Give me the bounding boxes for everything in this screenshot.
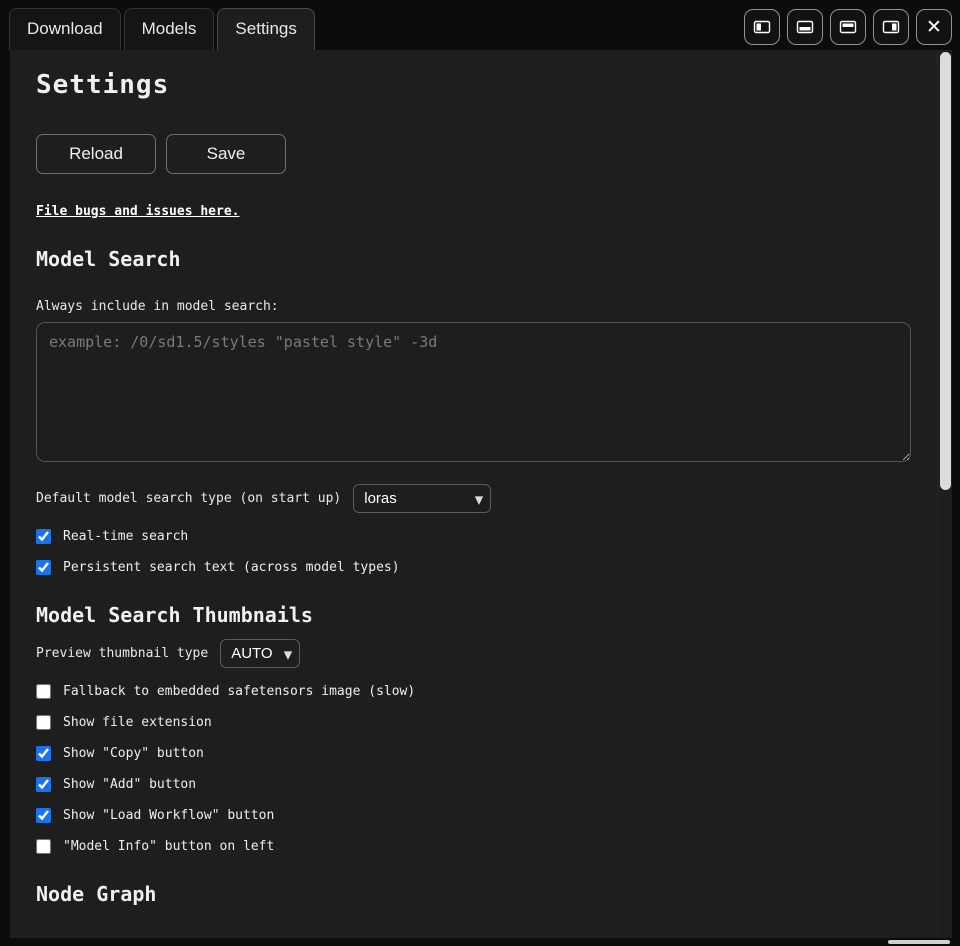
checkbox-label: "Model Info" button on left <box>63 839 274 854</box>
checkbox-label: Persistent search text (across model typ… <box>63 560 400 575</box>
checkbox-row-persistent-search-text[interactable]: Persistent search text (across model typ… <box>36 560 911 575</box>
preview-thumbnail-type-label: Preview thumbnail type <box>36 646 208 661</box>
tab-list: Download Models Settings <box>9 8 315 50</box>
always-include-textarea[interactable] <box>36 322 911 462</box>
show-add-button-checkbox[interactable] <box>36 777 51 792</box>
checkbox-row-fallback-safetensors[interactable]: Fallback to embedded safetensors image (… <box>36 684 911 699</box>
preview-thumbnail-type-select-wrap: AUTO ▼ <box>220 639 300 668</box>
checkbox-row-show-file-extension[interactable]: Show file extension <box>36 715 911 730</box>
dock-bottom-icon <box>795 17 815 37</box>
vertical-scrollbar-thumb[interactable] <box>940 52 951 490</box>
file-bugs-link[interactable]: File bugs and issues here. <box>36 204 240 219</box>
tab-models[interactable]: Models <box>124 8 215 50</box>
vertical-scrollbar[interactable] <box>937 50 952 938</box>
default-search-type-label: Default model search type (on start up) <box>36 491 341 506</box>
checkbox-row-realtime-search[interactable]: Real-time search <box>36 529 911 544</box>
tab-settings[interactable]: Settings <box>217 8 314 50</box>
model-search-checkboxes: Real-time search Persistent search text … <box>36 529 911 575</box>
dock-right-button[interactable] <box>873 9 909 45</box>
show-copy-button-checkbox[interactable] <box>36 746 51 761</box>
settings-content: Settings Reload Save File bugs and issue… <box>10 50 937 938</box>
checkbox-label: Show "Copy" button <box>63 746 204 761</box>
settings-panel: Settings Reload Save File bugs and issue… <box>10 50 952 938</box>
checkbox-row-show-add-button[interactable]: Show "Add" button <box>36 777 911 792</box>
fallback-safetensors-checkbox[interactable] <box>36 684 51 699</box>
default-search-type-select-wrap: loras ▼ <box>353 484 491 513</box>
tab-bar: Download Models Settings <box>0 0 960 50</box>
close-icon: ✕ <box>926 18 942 37</box>
model-info-button-left-checkbox[interactable] <box>36 839 51 854</box>
horizontal-scrollbar-thumb[interactable] <box>888 940 950 944</box>
close-button[interactable]: ✕ <box>916 9 952 45</box>
dock-left-icon <box>752 17 772 37</box>
reload-button[interactable]: Reload <box>36 134 156 174</box>
checkbox-label: Show file extension <box>63 715 212 730</box>
show-file-extension-checkbox[interactable] <box>36 715 51 730</box>
preview-thumbnail-type-row: Preview thumbnail type AUTO ▼ <box>36 639 911 668</box>
checkbox-row-show-copy-button[interactable]: Show "Copy" button <box>36 746 911 761</box>
page-title: Settings <box>36 70 911 101</box>
default-search-type-select[interactable]: loras <box>353 484 491 513</box>
always-include-label: Always include in model search: <box>36 299 911 314</box>
section-heading-node-graph: Node Graph <box>36 882 911 906</box>
persistent-search-text-checkbox[interactable] <box>36 560 51 575</box>
checkbox-label: Real-time search <box>63 529 188 544</box>
section-heading-thumbnails: Model Search Thumbnails <box>36 603 911 627</box>
default-search-type-row: Default model search type (on start up) … <box>36 484 911 513</box>
section-heading-model-search: Model Search <box>36 247 911 271</box>
checkbox-label: Fallback to embedded safetensors image (… <box>63 684 415 699</box>
dock-right-icon <box>881 17 901 37</box>
dock-top-icon <box>838 17 858 37</box>
dock-left-button[interactable] <box>744 9 780 45</box>
checkbox-row-model-info-button-left[interactable]: "Model Info" button on left <box>36 839 911 854</box>
window-controls: ✕ <box>744 9 952 50</box>
tab-download[interactable]: Download <box>9 8 121 50</box>
show-load-workflow-button-checkbox[interactable] <box>36 808 51 823</box>
dock-bottom-button[interactable] <box>787 9 823 45</box>
preview-thumbnail-type-select[interactable]: AUTO <box>220 639 300 668</box>
thumbnail-checkboxes: Fallback to embedded safetensors image (… <box>36 684 911 854</box>
app-window: Download Models Settings <box>0 0 960 946</box>
realtime-search-checkbox[interactable] <box>36 529 51 544</box>
checkbox-label: Show "Load Workflow" button <box>63 808 274 823</box>
dock-top-button[interactable] <box>830 9 866 45</box>
save-button[interactable]: Save <box>166 134 286 174</box>
checkbox-row-show-load-workflow-button[interactable]: Show "Load Workflow" button <box>36 808 911 823</box>
checkbox-label: Show "Add" button <box>63 777 196 792</box>
settings-actions: Reload Save <box>36 134 911 174</box>
